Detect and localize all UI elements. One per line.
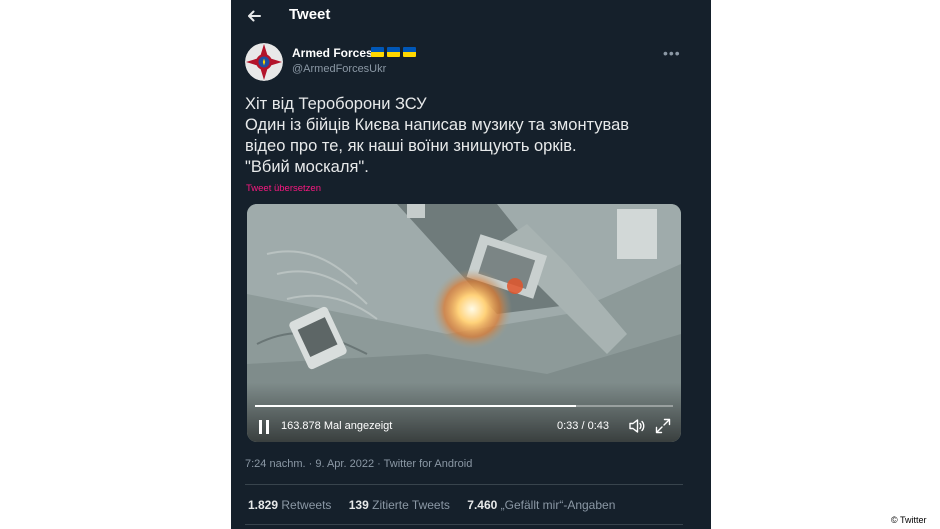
tweet-meta: 7:24 nachm. · 9. Apr. 2022 · Twitter for… — [245, 458, 472, 470]
likes-count: 7.460 — [467, 498, 498, 512]
tweet-text: Хіт від Тероборони ЗСУ Один із бійців Ки… — [245, 94, 695, 178]
ukraine-flag-icon — [387, 47, 400, 57]
arrow-left-icon[interactable] — [243, 5, 265, 27]
meta-separator: · — [308, 458, 313, 470]
page-title: Tweet — [289, 6, 331, 23]
pause-icon[interactable] — [257, 419, 271, 435]
tweet-line: "Вбий москаля". — [245, 158, 369, 176]
author-name[interactable]: Armed Forces — [292, 46, 373, 60]
tweet-date[interactable]: 9. Apr. 2022 — [315, 458, 374, 470]
retweets-count: 1.829 — [248, 498, 279, 512]
tweet-line: Хіт від Тероборони ЗСУ — [245, 95, 427, 113]
tweet-line: відео про те, як наші воїни знищують орк… — [245, 137, 577, 155]
image-credit: © Twitter — [891, 515, 927, 525]
tweet-stats: 1.829 Retweets 139 Zitierte Tweets 7.460… — [248, 498, 629, 512]
video-time: 0:33 / 0:43 — [557, 420, 609, 432]
author-handle[interactable]: @ArmedForcesUkr — [292, 63, 386, 75]
video-progress-bar[interactable] — [255, 405, 673, 407]
quote-tweets-stat[interactable]: 139 Zitierte Tweets — [349, 498, 450, 512]
tweet-panel: Tweet Armed Forces @ArmedForcesUkr ••• Х… — [231, 0, 711, 529]
divider — [245, 524, 683, 525]
retweets-label: Retweets — [281, 498, 332, 512]
divider — [245, 484, 683, 485]
likes-label: „Gefällt mir“-Angaben — [500, 498, 616, 512]
armed-forces-emblem-icon — [245, 43, 283, 81]
likes-stat[interactable]: 7.460 „Gefällt mir“-Angaben — [467, 498, 615, 512]
ukraine-flag-icon — [371, 47, 384, 57]
more-options-icon[interactable]: ••• — [663, 45, 681, 61]
ukraine-flag-icon — [403, 47, 416, 57]
tweet-time[interactable]: 7:24 nachm. — [245, 458, 306, 470]
quote-tweets-label: Zitierte Tweets — [372, 498, 450, 512]
view-count: 163.878 Mal angezeigt — [281, 420, 393, 432]
retweets-stat[interactable]: 1.829 Retweets — [248, 498, 331, 512]
video-player[interactable]: 163.878 Mal angezeigt 0:33 / 0:43 — [247, 204, 681, 442]
tweet-line: Один із бійців Києва написав музику та з… — [245, 116, 630, 134]
avatar[interactable] — [245, 43, 283, 81]
fullscreen-icon[interactable] — [655, 418, 671, 434]
video-progress-fill — [255, 405, 576, 407]
quote-tweets-count: 139 — [348, 498, 369, 512]
meta-separator: · — [377, 458, 381, 470]
video-controls: 163.878 Mal angezeigt 0:33 / 0:43 — [247, 204, 681, 442]
top-bar: Tweet — [231, 0, 711, 32]
flag-emojis — [371, 47, 416, 57]
translate-link[interactable]: Tweet übersetzen — [246, 183, 321, 194]
volume-icon[interactable] — [628, 417, 646, 435]
tweet-source[interactable]: Twitter for Android — [384, 458, 473, 470]
